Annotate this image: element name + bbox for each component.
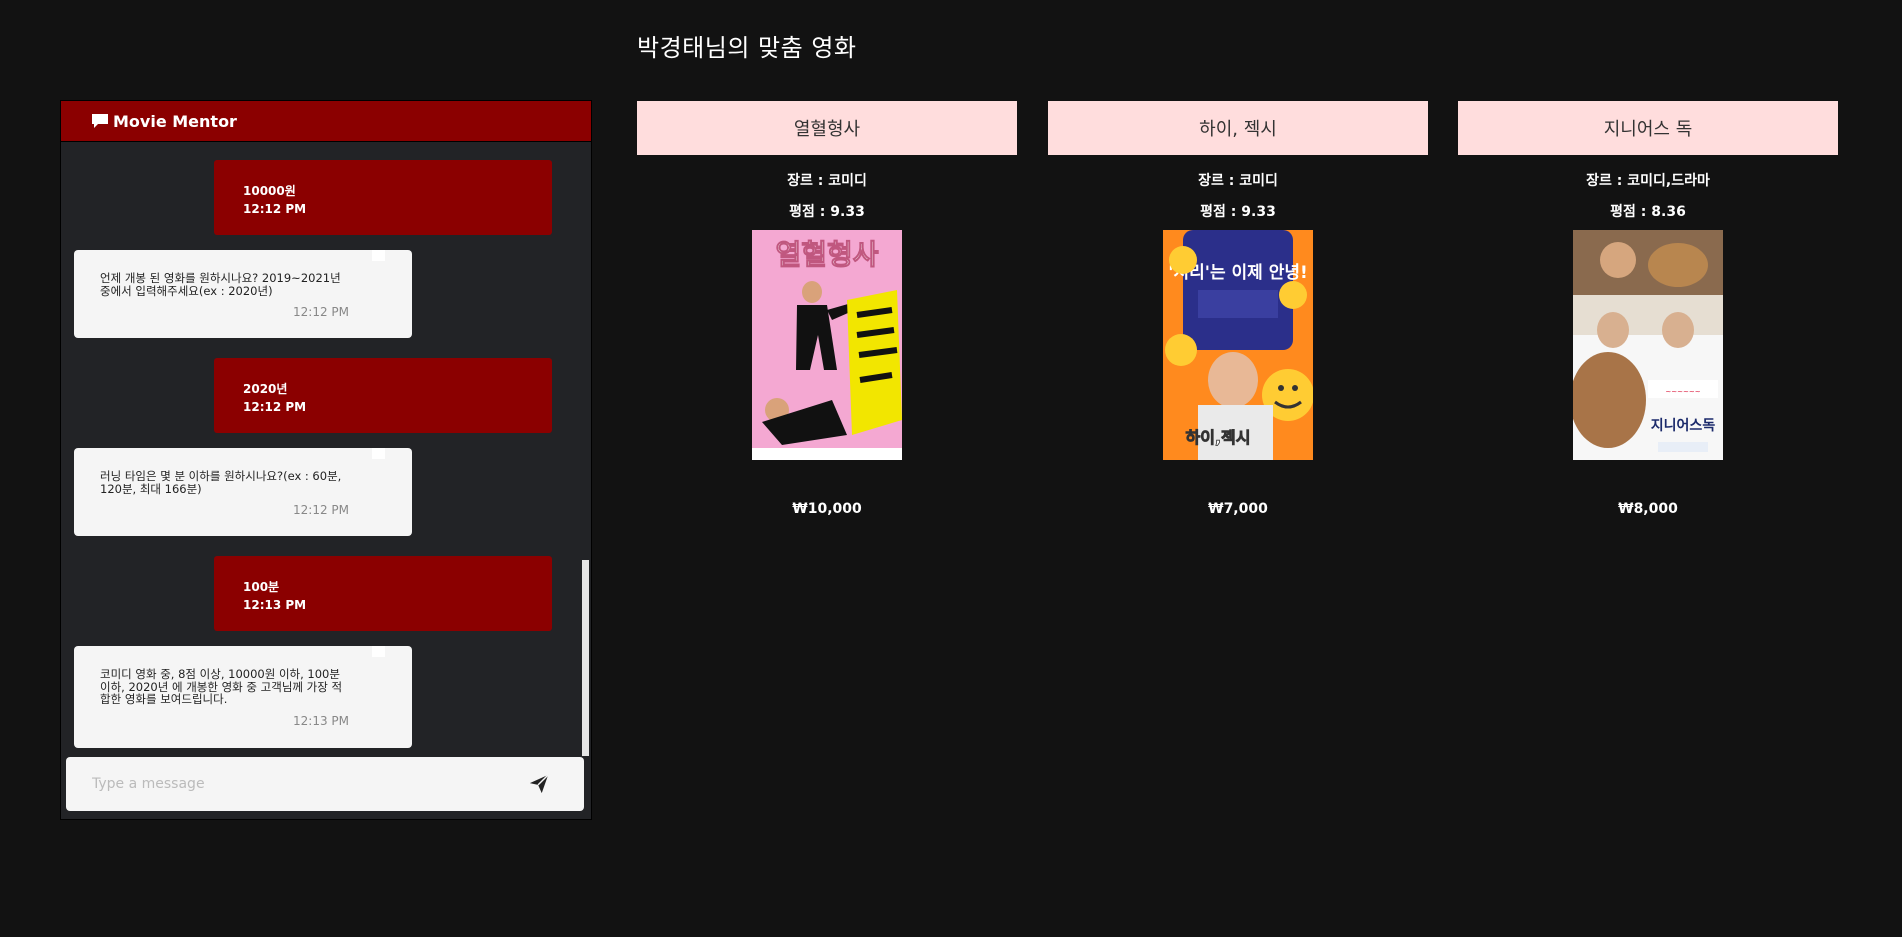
- movie-rating: 평점 : 9.33: [789, 204, 865, 220]
- message-text: 100분: [243, 580, 280, 594]
- message-time: 12:12 PM: [243, 202, 307, 216]
- movie-title[interactable]: 지니어스 독: [1458, 101, 1838, 155]
- message-time: 12:12 PM: [243, 400, 307, 414]
- message-text: 10000원: [243, 184, 296, 198]
- movie-rating: 평점 : 9.33: [1200, 204, 1276, 220]
- movie-card[interactable]: 지니어스 독 장르 : 코미디,드라마 평점 : 8.36 ~~~~~~ 지니어…: [1458, 101, 1838, 521]
- message-time: 12:12 PM: [293, 503, 349, 517]
- movie-rating: 평점 : 8.36: [1610, 204, 1686, 220]
- chat-messages: 10000원 12:12 PM 언제 개봉 된 영화를 원하시나요? 2019~…: [61, 142, 591, 756]
- comment-icon: [92, 114, 108, 128]
- bot-message: 언제 개봉 된 영화를 원하시나요? 2019~2021년 중에서 입력해주세요…: [74, 250, 412, 338]
- movie-poster[interactable]: '시리'는 이제 안녕! 하이,젝시: [1163, 230, 1313, 460]
- poster-title-text: 하이,젝시: [1186, 428, 1251, 447]
- movie-poster[interactable]: ~~~~~~ 지니어스독: [1573, 230, 1723, 460]
- page-title: 박경태님의 맞춤 영화: [637, 34, 857, 62]
- message-text: 2020년: [243, 382, 288, 396]
- paper-plane-icon[interactable]: [528, 773, 550, 795]
- movie-genre: 장르 : 코미디: [1198, 173, 1278, 189]
- chat-scrollbar[interactable]: [581, 142, 591, 756]
- poster-title-text: 열혈형사: [775, 238, 878, 271]
- svg-text:~~~~~~: ~~~~~~: [1665, 388, 1700, 396]
- movie-genre: 장르 : 코미디,드라마: [1586, 173, 1710, 189]
- message-text: 언제 개봉 된 영화를 원하시나요? 2019~2021년 중에서 입력해주세요…: [100, 271, 341, 298]
- message-time: 12:13 PM: [243, 598, 307, 612]
- chat-title: Movie Mentor: [113, 111, 237, 131]
- movie-price: ₩7,000: [1208, 501, 1268, 517]
- poster-title-text: 지니어스독: [1651, 417, 1716, 434]
- message-input-area: [66, 757, 584, 811]
- user-message: 10000원 12:12 PM: [214, 160, 552, 235]
- movie-poster[interactable]: 열혈형사: [752, 230, 902, 460]
- movie-card[interactable]: 열혈형사 장르 : 코미디 평점 : 9.33 열혈형사 ₩10,000: [637, 101, 1017, 521]
- movie-price: ₩10,000: [792, 501, 862, 517]
- movie-title[interactable]: 열혈형사: [637, 101, 1017, 155]
- message-text: 코미디 영화 중, 8점 이상, 10000원 이하, 100분 이하, 202…: [100, 667, 343, 706]
- scrollbar-thumb[interactable]: [582, 560, 589, 756]
- message-input[interactable]: [90, 772, 494, 796]
- movie-price: ₩8,000: [1618, 501, 1678, 517]
- chat-header: Movie Mentor: [61, 101, 591, 142]
- bot-message: 코미디 영화 중, 8점 이상, 10000원 이하, 100분 이하, 202…: [74, 646, 412, 748]
- bot-message: 러닝 타임은 몇 분 이하를 원하시나요?(ex : 60분, 120분, 최대…: [74, 448, 412, 536]
- movie-genre: 장르 : 코미디: [787, 173, 867, 189]
- message-time: 12:12 PM: [293, 305, 349, 319]
- message-time: 12:13 PM: [293, 714, 349, 728]
- user-message: 100분 12:13 PM: [214, 556, 552, 631]
- user-message: 2020년 12:12 PM: [214, 358, 552, 433]
- chat-panel: Movie Mentor 10000원 12:12 PM 언제 개봉 된 영화를…: [60, 100, 592, 820]
- movie-card[interactable]: 하이, 젝시 장르 : 코미디 평점 : 9.33 '시리'는 이제 안녕! 하…: [1048, 101, 1428, 521]
- movie-title[interactable]: 하이, 젝시: [1048, 101, 1428, 155]
- message-text: 러닝 타임은 몇 분 이하를 원하시나요?(ex : 60분, 120분, 최대…: [100, 469, 342, 496]
